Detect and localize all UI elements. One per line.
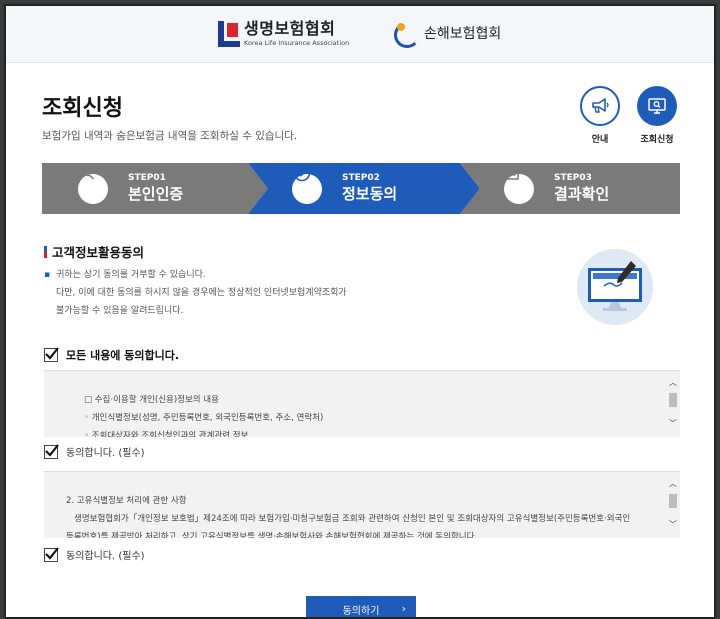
agree-all-checkbox[interactable] (44, 347, 59, 362)
section-title: 고객정보활용동의 (44, 242, 144, 261)
step-2-name: 정보동의 (342, 185, 398, 204)
check-circle-icon (292, 164, 322, 204)
terms2-line-2: 생명보험협회가「개인정보 보호법」제24조에 따라 보험가입·미청구보험금 조회… (74, 514, 631, 524)
agree-submit-button[interactable]: 동의하기 › (306, 596, 416, 617)
life-insurance-logo-icon (218, 21, 240, 47)
agree-2-checkbox[interactable] (44, 546, 59, 562)
checkmark-icon (45, 347, 59, 360)
notice-line-1: 귀하는 상기 동의를 거부할 수 있습니다. (56, 270, 206, 280)
step-1-number: STEP01 (128, 173, 166, 184)
terms2-line-1: 2. 고유식별정보 처리에 관한 사항 (66, 496, 187, 506)
checkmark-icon (45, 443, 59, 457)
nonlife-insurance-logo-icon (392, 20, 420, 48)
query-request-button[interactable] (637, 86, 677, 126)
guide-label[interactable]: 안내 (570, 132, 630, 145)
scroll-down-icon[interactable]: ﹀ (669, 519, 677, 530)
terms-box-1[interactable]: □ 수집·이용할 개인(신용)정보의 내용 ◦ 개인식별정보(성명, 주민등록번… (44, 370, 680, 437)
monitor-search-icon (648, 98, 666, 114)
notice-bullet-icon: ▪ (44, 270, 51, 280)
terms1-line-3: ◦ 조회대상자와 조회신청인과의 관계관련 정보 (84, 431, 249, 437)
step-2: STEP02 정보동의 (292, 163, 397, 214)
life-logo-korean: 생명보험협회 (244, 19, 336, 39)
scroll-up-icon[interactable]: ︿ (669, 377, 677, 388)
consent-notice: ▪ 귀하는 상기 동의를 거부할 수 있습니다. 다만, 이에 대한 동의를 하시… (44, 266, 347, 320)
query-request-label[interactable]: 조회신청 (627, 132, 687, 145)
life-logo-english: Korea Life Insurance Association (244, 39, 350, 48)
nonlife-logo-korean: 손해보험협회 (424, 26, 502, 42)
agree-1-checkbox[interactable] (44, 443, 59, 459)
chevron-right-icon: › (401, 602, 406, 615)
step-progress: STEP01 본인인증 STEP02 정보동의 STEP03 결과확인 (42, 163, 680, 214)
step-3-number: STEP03 (554, 173, 592, 184)
step-3: STEP03 결과확인 (504, 163, 609, 214)
scroll-thumb[interactable] (669, 494, 677, 508)
agree-all-row[interactable]: 모든 내용에 동의합니다. (44, 347, 179, 363)
section-title-marker (44, 245, 47, 258)
checkmark-icon (45, 546, 59, 560)
document-list-icon (504, 164, 534, 204)
section-title-text: 고객정보활용동의 (52, 245, 145, 260)
page-title: 조회신청 (42, 96, 123, 121)
notice-line-3: 불가능할 수 있음을 알려드립니다. (56, 306, 184, 316)
monitor-pen-icon (588, 261, 642, 311)
life-insurance-logo[interactable]: 생명보험협회 Korea Life Insurance Association (218, 18, 349, 50)
scroll-thumb[interactable] (669, 393, 677, 407)
megaphone-icon (592, 98, 609, 113)
agree-1-row[interactable]: 동의합니다. (필수) (44, 443, 145, 459)
scroll-down-icon[interactable]: ﹀ (669, 418, 677, 429)
terms2-scrollbar[interactable]: ︿ ﹀ (666, 472, 680, 538)
step-2-number: STEP02 (342, 173, 380, 184)
person-icon (78, 164, 108, 204)
agree-2-row[interactable]: 동의합니다. (필수) (44, 546, 145, 562)
scroll-up-icon[interactable]: ︿ (669, 478, 677, 489)
browser-window: 생명보험협회 Korea Life Insurance Association … (4, 4, 716, 619)
terms1-line-1: □ 수집·이용할 개인(신용)정보의 내용 (84, 395, 219, 405)
terms2-line-3: 등록번호)를 제공받아 처리하고, 상기 고유식별정보를 생명·손해보험사와 손… (66, 532, 478, 538)
notice-line-2: 다만, 이에 대한 동의를 하시지 않을 경우에는 정상적인 인터넷보험계약조회… (56, 288, 347, 298)
guide-button[interactable] (580, 86, 620, 126)
agree-submit-label[interactable]: 동의하기 (343, 602, 380, 617)
page-subtitle: 보험가입 내역과 숨은보험금 내역을 조회하실 수 있습니다. (42, 130, 298, 142)
terms-box-2[interactable]: 2. 고유식별정보 처리에 관한 사항 생명보험협회가「개인정보 보호법」제24… (44, 471, 680, 538)
agree-1-label[interactable]: 동의합니다. (필수) (66, 444, 145, 459)
terms1-scrollbar[interactable]: ︿ ﹀ (666, 371, 680, 437)
monitor-illustration (577, 249, 653, 325)
nonlife-insurance-logo[interactable]: 손해보험협회 (392, 18, 501, 48)
step-1: STEP01 본인인증 (78, 163, 183, 214)
step-1-name: 본인인증 (128, 185, 184, 204)
agree-2-label[interactable]: 동의합니다. (필수) (66, 547, 145, 562)
header-bar: 생명보험협회 Korea Life Insurance Association … (6, 6, 714, 63)
terms1-line-2: ◦ 개인식별정보(성명, 주민등록번호, 외국인등록번호, 주소, 연락처) (84, 413, 324, 423)
step-3-name: 결과확인 (554, 185, 610, 204)
agree-all-label[interactable]: 모든 내용에 동의합니다. (66, 347, 179, 363)
